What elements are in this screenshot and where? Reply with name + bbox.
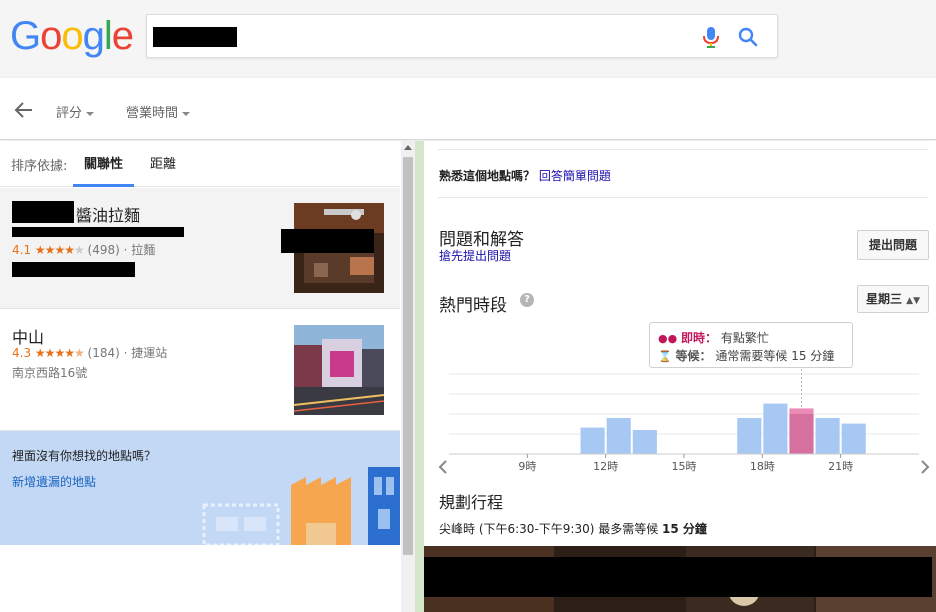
know-question: 熟悉這個地點嗎？: [439, 169, 536, 183]
divider: [438, 149, 928, 150]
day-select-value: 星期三: [865, 292, 902, 306]
peak-wait-value: 15 分鐘: [662, 522, 707, 536]
day-select[interactable]: 星期三 ▲▼: [857, 285, 929, 313]
chart-bar: [580, 427, 605, 454]
result-rating-row: 4.3 ★★★★★ (184) · 捷運站: [12, 344, 167, 361]
review-count: (498): [87, 243, 120, 257]
logo-letter: G: [10, 14, 41, 58]
rating-filter-label: 評分: [56, 106, 83, 121]
live-busyness-tooltip: ●● 即時： 有點繁忙 ⌛ 等候： 通常需要等候 15 分鐘: [649, 322, 853, 368]
wait-value: 通常需要等候 15 分鐘: [715, 349, 835, 363]
arrow-back-icon[interactable]: [12, 100, 34, 120]
result-title[interactable]: 醬油拉麵: [76, 202, 140, 226]
rating-value: 4.1: [12, 243, 32, 257]
scroll-up-arrow-icon[interactable]: [404, 145, 412, 150]
chart-tick-label: 9時: [518, 460, 536, 473]
plan-visit-text: 尖峰時 (下午6:30-下午9:30) 最多需等候 15 分鐘: [439, 520, 707, 537]
add-missing-place-banner: 裡面沒有你想找的地點嗎？ 新增遺漏的地點: [0, 431, 400, 545]
chart-bar: [815, 418, 840, 454]
logo-letter: o: [61, 14, 83, 58]
google-header: Google: [0, 0, 936, 78]
redacted-block: [281, 229, 374, 253]
place-photos[interactable]: [424, 546, 936, 612]
hours-filter[interactable]: 營業時間: [126, 102, 191, 121]
know-this-place: 熟悉這個地點嗎？ 回答簡單問題: [439, 167, 611, 184]
buildings-illustration: [202, 467, 400, 545]
logo-letter: o: [40, 14, 62, 58]
peak-hours-text: 尖峰時 (下午6:30-下午9:30) 最多需等候: [439, 522, 659, 536]
result-category: · 拉麵: [123, 243, 156, 257]
chevron-down-icon: [86, 111, 95, 116]
map-edge[interactable]: [415, 141, 424, 612]
search-box[interactable]: [146, 14, 778, 58]
sort-bar: 排序依據: 關聯性 距離: [0, 141, 400, 187]
logo-letter: g: [82, 14, 105, 58]
redacted-block: [12, 227, 184, 237]
chart-tick-label: 21時: [828, 460, 853, 473]
divider: [438, 197, 928, 198]
people-icon: ●●: [658, 332, 678, 345]
filter-bar: 評分 營業時間: [0, 78, 936, 140]
results-scrollbar[interactable]: [401, 141, 415, 612]
result-rating-row: 4.1 ★★★★★ (498) · 拉麵: [12, 241, 155, 258]
plan-visit-title: 規劃行程: [439, 493, 504, 512]
live-label: 即時：: [681, 331, 718, 345]
rating-filter[interactable]: 評分: [56, 102, 95, 121]
result-category: · 捷運站: [123, 346, 168, 360]
live-value: 有點繁忙: [720, 331, 769, 345]
chart-bar: [841, 423, 866, 454]
hourglass-icon: ⌛: [658, 350, 672, 363]
scrollbar-thumb[interactable]: [403, 157, 413, 555]
search-query-redacted[interactable]: [153, 27, 237, 47]
chart-bar: [606, 418, 631, 454]
place-details-panel: 熟悉這個地點嗎？ 回答簡單問題 問題和解答 搶先提出問題 提出問題 熱門時段 ?…: [424, 141, 936, 612]
search-icon[interactable]: [737, 25, 759, 49]
wait-label: 等候：: [675, 349, 712, 363]
ask-question-button[interactable]: 提出問題: [857, 230, 929, 260]
chevron-down-icon: [182, 111, 191, 116]
popular-times-chart[interactable]: 9時 12時 15時 18時 21時: [424, 369, 936, 479]
logo-letter: e: [111, 14, 134, 58]
live-row: ●● 即時： 有點繁忙: [658, 329, 769, 346]
sort-label: 排序依據:: [11, 159, 68, 174]
sort-arrows-icon: ▲▼: [906, 296, 921, 306]
google-logo[interactable]: Google: [10, 14, 134, 59]
star-rating-icon: ★★★★★: [34, 346, 85, 360]
help-icon[interactable]: ?: [520, 293, 534, 307]
chart-tick-label: 12時: [593, 460, 618, 473]
chart-bar: [737, 418, 762, 454]
review-count: (184): [87, 346, 120, 360]
redacted-block: [12, 201, 74, 223]
chevron-left-icon[interactable]: [438, 460, 447, 474]
ask-first-link[interactable]: 搶先提出問題: [439, 247, 511, 264]
answer-questions-link[interactable]: 回答簡單問題: [539, 169, 611, 183]
star-rating-icon: ★★★★★: [34, 243, 85, 257]
rating-value: 4.3: [12, 346, 32, 360]
wait-row: ⌛ 等候： 通常需要等候 15 分鐘: [658, 347, 834, 364]
results-panel: 排序依據: 關聯性 距離 醬油拉麵 4.1 ★★★★★ (498) · 拉麵 中…: [0, 141, 400, 612]
result-photo[interactable]: [294, 325, 384, 415]
result-address: 南京西路16號: [12, 366, 88, 380]
result-card[interactable]: 醬油拉麵 4.1 ★★★★★ (498) · 拉麵: [0, 188, 400, 309]
hours-filter-label: 營業時間: [126, 106, 179, 121]
chart-bar-live-fill: [789, 414, 814, 454]
promo-question: 裡面沒有你想找的地點嗎？: [12, 449, 157, 463]
popular-times-title: 熱門時段: [439, 296, 507, 316]
microphone-icon[interactable]: [700, 25, 722, 49]
chart-tick-label: 18時: [750, 460, 775, 473]
chart-bar: [763, 403, 788, 454]
logo-letter: l: [103, 14, 113, 58]
sort-tab-distance[interactable]: 距離: [150, 153, 176, 187]
result-card[interactable]: 中山 4.3 ★★★★★ (184) · 捷運站 南京西路16號: [0, 310, 400, 431]
chart-tick-label: 15時: [672, 460, 697, 473]
add-missing-place-link[interactable]: 新增遺漏的地點: [12, 473, 96, 490]
chart-bar: [632, 430, 657, 454]
chevron-right-icon[interactable]: [921, 460, 930, 474]
sort-tab-relevance[interactable]: 關聯性: [73, 153, 135, 187]
redacted-block: [12, 262, 135, 277]
